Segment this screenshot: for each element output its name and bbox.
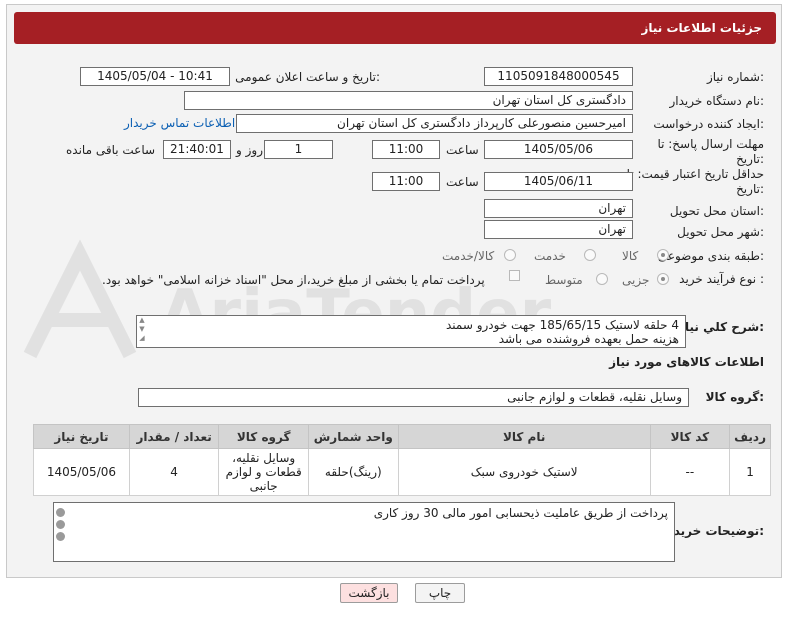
col-group: گروه کالا — [218, 424, 309, 449]
days-label: روز و — [236, 143, 263, 157]
category-option-goods: کالا — [622, 249, 639, 263]
response-date-field[interactable]: 1405/05/06 — [484, 140, 633, 159]
goods-table-header: ردیف کد کالا نام کالا واحد شمارش گروه کا… — [33, 424, 771, 449]
requester-label: ایجاد کننده درخواست: — [653, 117, 764, 131]
cell-qty: 4 — [128, 448, 220, 496]
process-option-medium: متوسط — [545, 273, 583, 287]
category-label: طبقه بندی موضوعی: — [657, 249, 764, 263]
announce-datetime-label: تاریخ و ساعت اعلان عمومی: — [235, 70, 380, 84]
goods-group-label: گروه کالا: — [705, 390, 764, 404]
page-title: جزئیات اطلاعات نیاز — [641, 21, 762, 35]
category-option-service: خدمت — [534, 249, 566, 263]
price-validity-date-field[interactable]: 1405/06/11 — [484, 172, 633, 191]
col-name: نام کالا — [397, 424, 651, 449]
category-radio-goods[interactable] — [657, 249, 669, 261]
treasury-payment-note: پرداخت تمام یا بخشی از مبلغ خرید،از محل … — [102, 273, 485, 287]
cell-date: 1405/05/06 — [33, 448, 130, 496]
goods-table: ردیف کد کالا نام کالا واحد شمارش گروه کا… — [33, 424, 771, 496]
delivery-province-label: استان محل تحویل: — [669, 204, 764, 218]
process-radio-minor[interactable] — [657, 273, 669, 285]
scroll-dot-up — [56, 508, 65, 517]
need-number-field[interactable]: 1105091848000545 — [484, 67, 633, 86]
back-button[interactable]: بازگشت — [340, 583, 398, 603]
response-deadline-label: مهلت ارسال پاسخ: تا تاریخ: — [657, 137, 764, 166]
summary-textarea[interactable]: 4 حلقه لاستیک 185/65/15 جهت خودرو سمند ه… — [136, 315, 686, 348]
buyer-notes-textarea[interactable]: پرداخت از طریق عاملیت ذیحسابی امور مالی … — [53, 502, 675, 562]
buyer-org-label: نام دستگاه خریدار: — [669, 94, 765, 108]
cell-row: 1 — [729, 448, 771, 496]
category-radio-goods-service[interactable] — [504, 249, 516, 261]
cell-code: -- — [649, 448, 731, 496]
summary-scroll-arrows[interactable]: ▲ ▼ ◢ — [137, 316, 147, 347]
buyer-contact-link[interactable]: اطلاعات تماس خریدار — [124, 116, 235, 130]
announce-datetime-field[interactable]: 1405/05/04 - 10:41 — [80, 67, 230, 86]
treasury-payment-checkbox[interactable] — [509, 270, 520, 281]
remaining-time-field[interactable]: 21:40:01 — [163, 140, 231, 159]
days-remaining-field[interactable]: 1 — [264, 140, 333, 159]
page-title-bar: جزئیات اطلاعات نیاز — [14, 12, 776, 44]
process-radio-medium[interactable] — [596, 273, 608, 285]
response-time-field[interactable]: 11:00 — [372, 140, 440, 159]
summary-line-2: هزینه حمل بعهده فروشنده می باشد — [498, 332, 679, 346]
goods-group-field[interactable]: وسایل نقلیه، قطعات و لوازم جانبی — [138, 388, 689, 407]
price-validity-time-label: ساعت — [446, 175, 479, 189]
price-validity-time-field[interactable]: 11:00 — [372, 172, 440, 191]
col-code: کد کالا — [649, 424, 731, 449]
print-button[interactable]: چاپ — [415, 583, 465, 603]
need-number-label: شماره نیاز: — [706, 70, 764, 84]
category-option-goods-service: کالا/خدمت — [442, 249, 495, 263]
process-option-minor: جزیی — [622, 273, 650, 287]
buyer-notes-label: توضیحات خریدار: — [662, 524, 764, 538]
summary-label: شرح کلي نياز: — [678, 320, 764, 334]
col-row: ردیف — [729, 424, 771, 449]
goods-info-title: اطلاعات کالاهای مورد نیاز — [609, 355, 764, 369]
col-unit: واحد شمارش — [307, 424, 399, 449]
delivery-city-label: شهر محل تحویل: — [677, 225, 764, 239]
scroll-dot-mid — [56, 520, 65, 529]
delivery-province-field[interactable]: تهران — [484, 199, 633, 218]
remaining-time-label: ساعت باقی مانده — [66, 143, 156, 157]
summary-line-1: 4 حلقه لاستیک 185/65/15 جهت خودرو سمند — [445, 318, 679, 332]
cell-unit: (رینگ)حلقه — [307, 448, 399, 496]
response-time-label: ساعت — [446, 143, 479, 157]
purchase-process-label: نوع فرآیند خرید : — [679, 272, 764, 286]
price-validity-label: حداقل تاریخ اعتبار قیمت: تا تاریخ: — [626, 167, 764, 196]
buyer-org-field[interactable]: دادگستری کل استان تهران — [184, 91, 633, 110]
col-date: تاریخ نیاز — [33, 424, 130, 449]
cell-name: لاستیک خودروی سبک — [397, 448, 651, 496]
requester-field[interactable]: امیرحسین منصورعلی کارپرداز دادگستری کل ا… — [236, 114, 633, 133]
notes-scroll-indicator[interactable] — [56, 506, 66, 560]
buyer-notes-text: پرداخت از طریق عاملیت ذیحسابی امور مالی … — [373, 506, 668, 520]
scroll-dot-down — [56, 532, 65, 541]
table-row[interactable]: 1 -- لاستیک خودروی سبک (رینگ)حلقه وسایل … — [33, 448, 771, 496]
delivery-city-field[interactable]: تهران — [484, 220, 633, 239]
col-qty: تعداد / مقدار — [128, 424, 220, 449]
cell-group: وسایل نقلیه، قطعات و لوازم جانبی — [218, 448, 309, 496]
category-radio-service[interactable] — [584, 249, 596, 261]
